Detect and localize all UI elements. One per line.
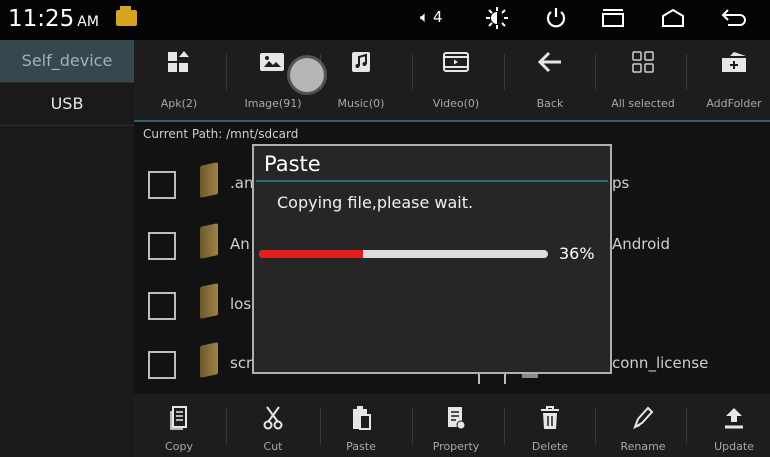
toolbar: Apk(2) Image(91) Music(0) Video(0) Back …: [134, 40, 770, 122]
dialog-title: Paste: [264, 152, 321, 176]
paste-dialog: Paste Copying file,please wait. 36%: [252, 144, 612, 374]
scissors-icon: [258, 404, 288, 432]
music-icon: [346, 48, 376, 76]
status-bar: 11:25 AM 🔈︎ 4: [0, 0, 770, 40]
folder-icon: [200, 283, 218, 319]
file-name: .an: [230, 174, 254, 192]
arrow-left-icon: [535, 48, 565, 76]
home-icon[interactable]: [660, 6, 686, 36]
file-checkbox[interactable]: [148, 292, 176, 320]
trash-icon: [535, 404, 565, 432]
apk-grid-icon: [164, 48, 194, 76]
dialog-message: Copying file,please wait.: [277, 193, 474, 212]
file-name: ps: [612, 174, 630, 192]
sdcard-icon: [116, 6, 137, 26]
current-path-value: /mnt/sdcard: [226, 127, 299, 141]
back-button[interactable]: Back: [505, 40, 595, 118]
add-folder-icon: [719, 48, 749, 76]
clock: 11:25 AM: [8, 6, 99, 32]
file-name: conn_license: [612, 354, 709, 372]
add-folder-label: AddFolder: [706, 97, 762, 110]
bottom-divider: [595, 408, 596, 444]
copy-label: Copy: [165, 440, 193, 453]
apk-filter-label: Apk(2): [160, 97, 198, 110]
file-name: Android: [612, 235, 670, 253]
bottom-action-bar: Copy Cut Paste Property Delete Rename Up…: [134, 394, 770, 457]
file-checkbox[interactable]: [148, 232, 176, 260]
video-icon: [441, 48, 471, 76]
rename-label: Rename: [620, 440, 666, 453]
image-icon: [258, 48, 288, 76]
volume-value: 4: [433, 8, 443, 26]
paste-button[interactable]: Paste: [316, 394, 406, 457]
file-name: los: [230, 295, 252, 313]
upload-icon: [719, 404, 749, 432]
current-path-label: Current Path:: [143, 127, 223, 141]
select-all-button[interactable]: All selected: [598, 40, 688, 118]
sidebar-item-self-device[interactable]: Self_device: [0, 40, 134, 83]
progress-fill: [259, 250, 364, 258]
back-label: Back: [536, 97, 564, 110]
progress-percent: 36%: [559, 244, 595, 263]
cut-button[interactable]: Cut: [228, 394, 318, 457]
dialog-divider: [256, 180, 608, 182]
bottom-divider: [226, 408, 227, 444]
rename-button[interactable]: Rename: [598, 394, 688, 457]
paste-icon: [346, 404, 376, 432]
pen-icon: [628, 404, 658, 432]
video-filter-button[interactable]: Video(0): [411, 40, 501, 118]
copy-button[interactable]: Copy: [134, 394, 224, 457]
file-name: scr: [230, 354, 253, 372]
file-name: An: [230, 235, 250, 253]
folder-icon: [522, 374, 538, 378]
delete-button[interactable]: Delete: [505, 394, 595, 457]
folder-icon: [200, 223, 218, 259]
sidebar-item-usb[interactable]: USB: [0, 83, 134, 126]
video-filter-label: Video(0): [432, 97, 480, 110]
paste-label: Paste: [346, 440, 376, 453]
volume-indicator[interactable]: 🔈︎ 4: [420, 8, 443, 26]
bottom-divider: [686, 408, 687, 444]
apk-filter-button[interactable]: Apk(2): [134, 40, 224, 118]
update-button[interactable]: Update: [689, 394, 770, 457]
file-checkbox[interactable]: [148, 351, 176, 379]
clock-time: 11:25: [8, 6, 75, 32]
folder-icon: [200, 342, 218, 378]
brightness-icon[interactable]: [485, 6, 509, 36]
delete-label: Delete: [531, 440, 569, 453]
update-label: Update: [714, 440, 754, 453]
toolbar-divider: [686, 54, 687, 90]
copy-icon: [164, 404, 194, 432]
volume-icon: 🔈︎: [420, 8, 430, 26]
back-nav-icon[interactable]: [720, 6, 748, 36]
sidebar: Self_device USB: [0, 40, 134, 457]
power-icon[interactable]: [544, 6, 568, 36]
cut-label: Cut: [263, 440, 283, 453]
toolbar-divider: [226, 54, 227, 90]
select-all-icon: [628, 48, 658, 76]
current-path: Current Path: /mnt/sdcard: [143, 127, 298, 141]
image-filter-label: Image(91): [244, 97, 302, 110]
property-icon: [441, 404, 471, 432]
touch-indicator: [290, 58, 324, 92]
clock-ampm: AM: [77, 14, 99, 30]
select-all-label: All selected: [611, 97, 675, 110]
copy-progress-bar: [259, 250, 548, 258]
property-button[interactable]: Property: [411, 394, 501, 457]
music-filter-button[interactable]: Music(0): [316, 40, 406, 118]
file-checkbox[interactable]: [148, 171, 176, 199]
toolbar-divider: [595, 54, 596, 90]
folder-icon: [200, 162, 218, 198]
add-folder-button[interactable]: AddFolder: [689, 40, 770, 118]
property-label: Property: [432, 440, 480, 453]
recent-apps-icon[interactable]: [600, 6, 626, 36]
music-filter-label: Music(0): [337, 97, 385, 110]
